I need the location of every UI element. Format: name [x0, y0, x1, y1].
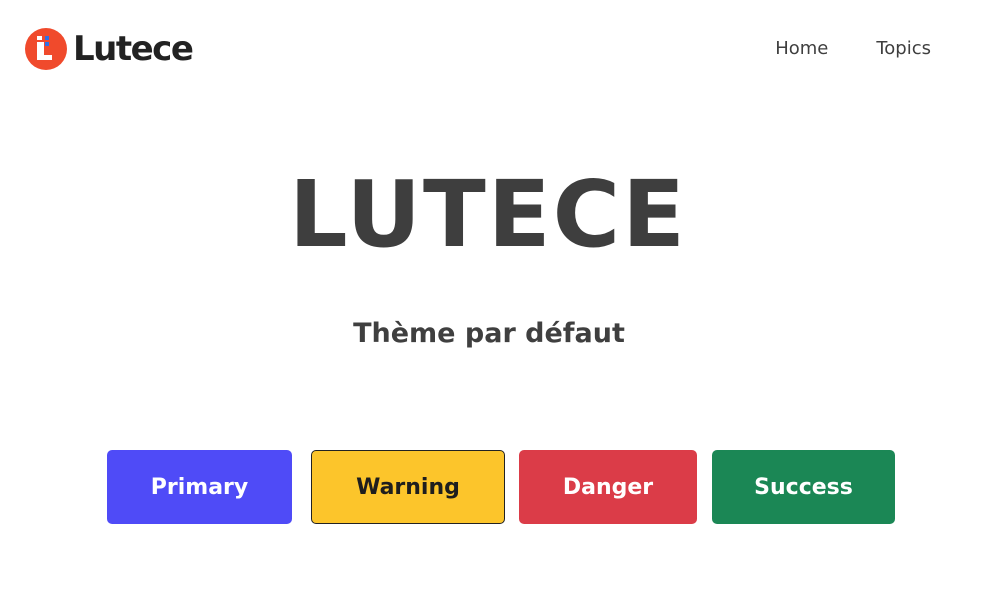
primary-button[interactable]: Primary — [107, 450, 292, 524]
nav-link-home[interactable]: Home — [775, 38, 828, 60]
logo-link[interactable]: Lutece — [24, 27, 194, 71]
warning-button[interactable]: Warning — [311, 450, 505, 524]
nav-link-topics[interactable]: Topics — [876, 38, 931, 60]
hero-title: LUTECE — [288, 161, 687, 268]
hero-subtitle: Thème par défaut — [353, 318, 625, 349]
danger-button[interactable]: Danger — [519, 450, 697, 524]
lutece-logo-icon — [25, 28, 67, 70]
logo-text: Lutece — [73, 29, 194, 69]
page: Lutece Home Topics LUTECE Thème par défa… — [0, 0, 1000, 600]
main-nav: Home Topics — [775, 38, 931, 60]
success-button[interactable]: Success — [712, 450, 895, 524]
